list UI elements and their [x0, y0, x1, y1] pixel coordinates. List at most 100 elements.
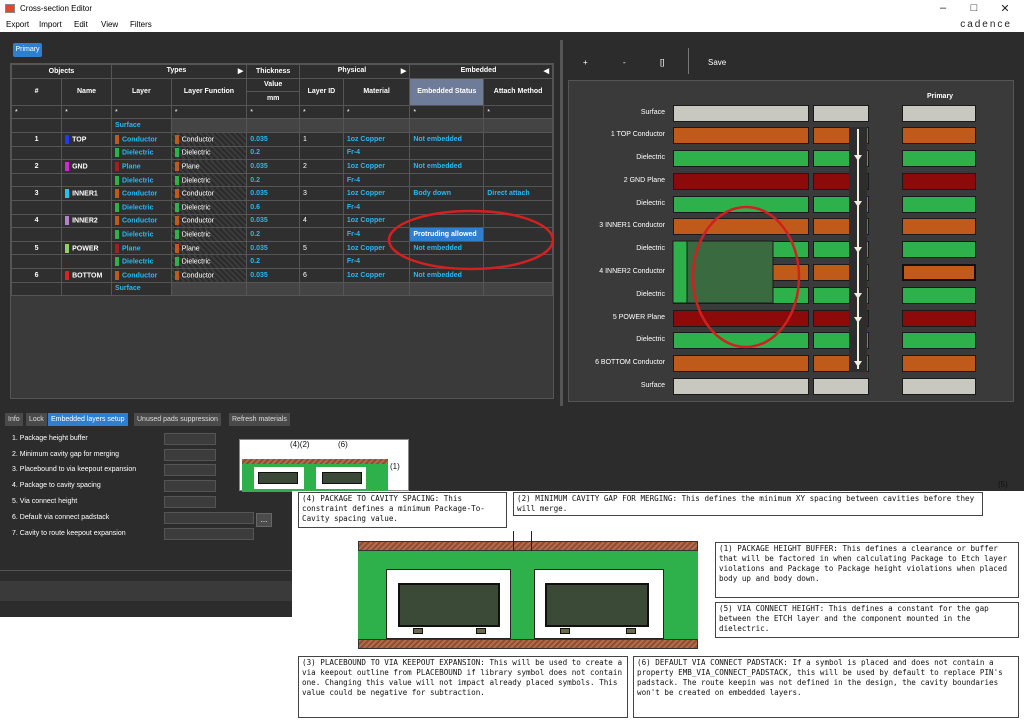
row-layer-id-cell[interactable]: 2 — [299, 159, 344, 174]
close-icon[interactable]: ✕ — [998, 2, 1012, 15]
row-name-cell[interactable] — [61, 254, 112, 269]
row-number-cell[interactable] — [10, 227, 63, 242]
filter-cell[interactable]: * — [110, 104, 172, 120]
filter-cell[interactable]: * — [483, 104, 553, 120]
row-layer-function-cell[interactable]: Conductor — [170, 213, 248, 229]
table-row[interactable]: Dielectric Dielectric 0.2 Fr-4 — [10, 172, 553, 188]
row-layer-function-cell[interactable]: Conductor — [170, 131, 248, 147]
col-header-num[interactable]: # — [10, 77, 63, 106]
row-material-cell[interactable] — [342, 118, 411, 133]
row-number-cell[interactable]: 4 — [10, 213, 63, 229]
row-embedded-status-cell[interactable] — [409, 172, 485, 188]
table-row[interactable]: Surface — [10, 281, 553, 297]
default-padstack-input[interactable] — [164, 512, 254, 524]
zoom-in-button[interactable]: + — [583, 58, 588, 67]
row-layer-cell[interactable]: Dielectric — [110, 172, 172, 188]
menu-import[interactable]: Import — [39, 20, 62, 29]
row-layer-function-cell[interactable]: Plane — [170, 240, 248, 256]
row-attach-method-cell[interactable] — [483, 131, 553, 147]
row-name-cell[interactable] — [61, 199, 112, 215]
row-name-cell[interactable] — [61, 145, 112, 161]
row-name-cell[interactable]: INNER1 — [61, 186, 112, 201]
maximize-icon[interactable]: □ — [967, 2, 981, 14]
row-attach-method-cell[interactable] — [483, 118, 553, 133]
package-cavity-spacing-input[interactable] — [164, 480, 216, 492]
col-header-layer-function[interactable]: Layer Function — [170, 77, 248, 106]
row-thickness-cell[interactable]: 0.035 — [246, 186, 301, 201]
row-embedded-status-cell[interactable] — [409, 281, 485, 297]
row-number-cell[interactable] — [10, 254, 63, 269]
row-layer-id-cell[interactable]: 6 — [299, 267, 344, 283]
group-header-physical[interactable]: Physical ▶ — [299, 64, 411, 79]
filter-cell[interactable]: * — [299, 104, 344, 120]
via-connect-height-input[interactable] — [164, 496, 216, 508]
row-attach-method-cell[interactable]: Direct attach — [483, 186, 553, 201]
row-layer-function-cell[interactable]: Dielectric — [170, 227, 248, 242]
row-layer-id-cell[interactable] — [299, 145, 344, 161]
row-layer-function-cell[interactable]: Plane — [170, 159, 248, 174]
col-header-name[interactable]: Name — [61, 77, 112, 106]
tab-refresh-materials[interactable]: Refresh materials — [229, 413, 290, 426]
row-thickness-cell[interactable]: 0.2 — [246, 172, 301, 188]
row-layer-id-cell[interactable] — [299, 118, 344, 133]
row-layer-id-cell[interactable]: 3 — [299, 186, 344, 201]
row-embedded-status-cell[interactable] — [409, 145, 485, 161]
row-embedded-status-cell[interactable]: Not embedded — [409, 159, 485, 174]
table-row[interactable]: Surface — [10, 118, 553, 133]
row-attach-method-cell[interactable] — [483, 145, 553, 161]
row-material-cell[interactable]: Fr-4 — [342, 172, 411, 188]
group-header-thickness[interactable]: Thickness — [246, 64, 301, 79]
save-button[interactable]: Save — [708, 58, 726, 67]
row-thickness-cell[interactable]: 0.035 — [246, 267, 301, 283]
row-number-cell[interactable]: 3 — [10, 186, 63, 201]
row-layer-function-cell[interactable]: Dielectric — [170, 145, 248, 161]
row-number-cell[interactable] — [10, 281, 63, 297]
row-layer-id-cell[interactable] — [299, 199, 344, 215]
col-header-value[interactable]: Value — [246, 77, 301, 93]
tab-lock[interactable]: Lock — [26, 413, 47, 426]
row-name-cell[interactable] — [61, 281, 112, 297]
row-material-cell[interactable]: Fr-4 — [342, 145, 411, 161]
row-layer-cell[interactable]: Conductor — [110, 213, 172, 229]
col-header-layer[interactable]: Layer — [110, 77, 172, 106]
cavity-route-keepout-input[interactable] — [164, 528, 254, 540]
min-cavity-gap-input[interactable] — [164, 449, 216, 461]
row-attach-method-cell[interactable] — [483, 159, 553, 174]
row-number-cell[interactable]: 6 — [10, 267, 63, 283]
row-material-cell[interactable]: 1oz Copper — [342, 131, 411, 147]
row-layer-cell[interactable]: Dielectric — [110, 199, 172, 215]
row-layer-id-cell[interactable] — [299, 227, 344, 242]
row-layer-id-cell[interactable] — [299, 254, 344, 269]
row-embedded-status-cell[interactable] — [409, 118, 485, 133]
row-layer-cell[interactable]: Dielectric — [110, 227, 172, 242]
row-embedded-status-cell[interactable]: Not embedded — [409, 131, 485, 147]
filter-cell[interactable]: * — [342, 104, 411, 120]
row-layer-cell[interactable]: Surface — [110, 118, 172, 133]
row-name-cell[interactable] — [61, 227, 112, 242]
tab-primary[interactable]: Primary — [13, 43, 42, 57]
row-name-cell[interactable]: BOTTOM — [61, 267, 112, 283]
row-thickness-cell[interactable]: 0.035 — [246, 159, 301, 174]
row-layer-function-cell[interactable] — [170, 281, 248, 297]
menu-edit[interactable]: Edit — [74, 20, 88, 29]
row-layer-id-cell[interactable]: 4 — [299, 213, 344, 229]
row-name-cell[interactable]: POWER — [61, 240, 112, 256]
col-header-embedded-status[interactable]: Embedded Status — [409, 77, 485, 106]
table-row[interactable]: 2 GND Plane Plane 0.035 2 1oz Copper Not embedd… — [10, 159, 553, 174]
filter-cell[interactable]: * — [170, 104, 248, 120]
filter-cell[interactable]: * — [61, 104, 112, 120]
group-header-embedded[interactable]: Embedded ◀ — [409, 64, 553, 79]
row-attach-method-cell[interactable] — [483, 281, 553, 297]
row-thickness-cell[interactable]: 0.2 — [246, 227, 301, 242]
row-name-cell[interactable]: TOP — [61, 131, 112, 147]
tab-embedded-layers-setup[interactable]: Embedded layers setup — [48, 413, 128, 426]
row-number-cell[interactable] — [10, 199, 63, 215]
menu-export[interactable]: Export — [6, 20, 29, 29]
row-thickness-cell[interactable] — [246, 118, 301, 133]
row-thickness-cell[interactable]: 0.035 — [246, 240, 301, 256]
row-layer-cell[interactable]: Plane — [110, 240, 172, 256]
row-name-cell[interactable]: GND — [61, 159, 112, 174]
group-header-types[interactable]: Types ▶ — [110, 64, 248, 79]
row-embedded-status-cell[interactable]: Body down — [409, 186, 485, 201]
tab-info[interactable]: Info — [5, 413, 23, 426]
